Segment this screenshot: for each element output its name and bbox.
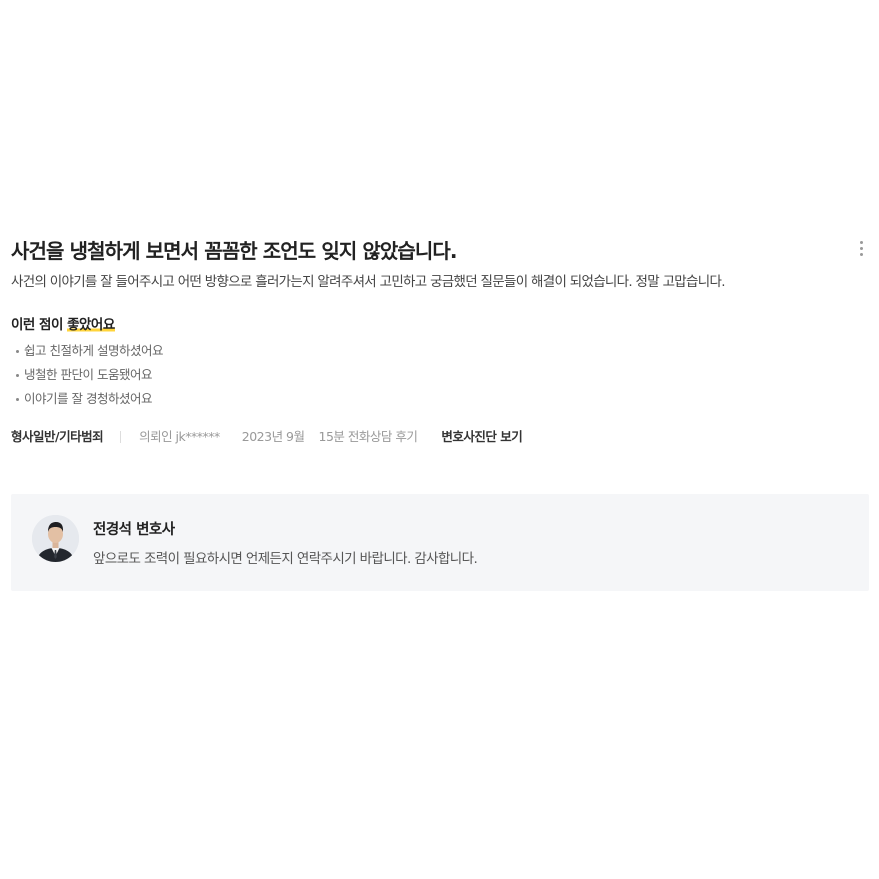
meta-date: 2023년 9월 — [241, 429, 305, 444]
likes-list: 쉽고 친절하게 설명하셨어요 냉철한 판단이 도움됐어요 이야기를 잘 경청하셨… — [11, 339, 869, 411]
diagnosis-link[interactable]: 변호사진단 보기 — [441, 427, 522, 447]
review-body: 사건의 이야기를 잘 들어주시고 어떤 방향으로 흘러가는지 알려주셔서 고민하… — [11, 274, 725, 290]
meta-divider — [120, 431, 122, 443]
reply-message: 앞으로도 조력이 필요하시면 언제든지 연락주시기 바랍니다. 감사합니다. — [93, 551, 478, 567]
lawyer-name: 전경석 변호사 — [93, 522, 175, 538]
more-vertical-icon[interactable] — [853, 236, 869, 260]
meta-category: 형사일반/기타범죄 — [11, 429, 104, 444]
lawyer-avatar[interactable] — [32, 515, 79, 562]
lawyer-reply: 전경석 변호사 앞으로도 조력이 필요하시면 언제든지 연락주시기 바랍니다. … — [11, 494, 869, 591]
likes-heading-highlight: 좋았어요 — [67, 317, 115, 333]
review-title: 사건을 냉철하게 보면서 꼼꼼한 조언도 잊지 않았습니다. — [11, 239, 457, 263]
lawyer-avatar-icon — [32, 515, 79, 562]
meta-consult-type: 15분 전화상담 후기 — [318, 429, 418, 444]
review-meta: 형사일반/기타범죄 의뢰인 jk****** 2023년 9월 15분 전화상담… — [11, 427, 869, 447]
meta-client: 의뢰인 jk****** — [139, 429, 220, 444]
likes-heading-prefix: 이런 점이 — [11, 317, 63, 333]
likes-list-item: 냉철한 판단이 도움됐어요 — [11, 363, 869, 387]
likes-list-item: 이야기를 잘 경청하셨어요 — [11, 387, 869, 411]
likes-list-item: 쉽고 친절하게 설명하셨어요 — [11, 339, 869, 363]
likes-heading: 이런 점이 좋았어요 — [11, 315, 869, 335]
review-card: 사건을 냉철하게 보면서 꼼꼼한 조언도 잊지 않았습니다. 사건의 이야기를 … — [11, 232, 869, 447]
